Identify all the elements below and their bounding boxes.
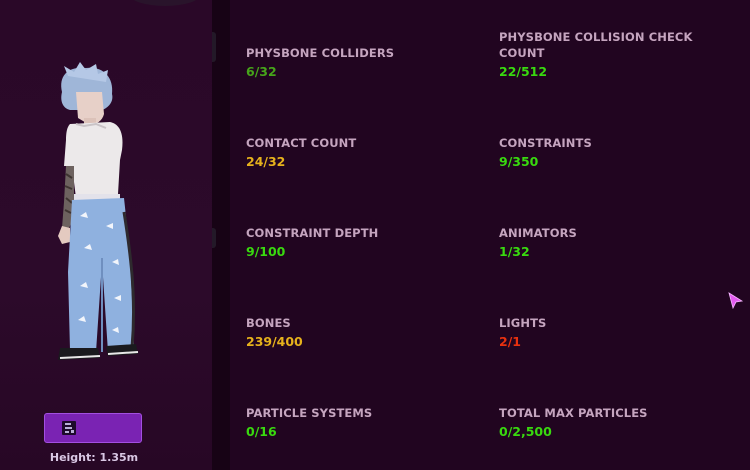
stat-physbone-collision-check-count: PHYSBONE COLLISION CHECK COUNT 22/512 xyxy=(499,29,714,80)
avatar-action-button[interactable] xyxy=(44,413,142,443)
avatar-model-preview xyxy=(58,62,139,360)
stat-label: PHYSBONE COLLIDERS xyxy=(246,46,395,60)
stat-contact-count: CONTACT COUNT 24/32 xyxy=(246,135,461,170)
stat-label: PHYSBONE COLLISION CHECK COUNT xyxy=(499,30,693,60)
stat-value: 0/16 xyxy=(246,424,277,439)
stat-label: LIGHTS xyxy=(499,316,547,330)
pointer-cursor-icon xyxy=(728,292,744,310)
scroll-edge-marker xyxy=(212,32,216,62)
stat-value: 1/32 xyxy=(499,244,530,259)
stat-physbone-colliders: PHYSBONE COLLIDERS 6/32 xyxy=(246,45,461,80)
stat-constraint-depth: CONSTRAINT DEPTH 9/100 xyxy=(246,225,461,260)
scroll-edge-marker xyxy=(212,228,216,248)
stat-label: CONSTRAINT DEPTH xyxy=(246,226,379,240)
stat-label: ANIMATORS xyxy=(499,226,577,240)
stat-value: 0/2,500 xyxy=(499,424,552,439)
stat-value: 24/32 xyxy=(246,154,286,169)
stat-value: 6/32 xyxy=(246,64,277,79)
avatar-height-label: Height: 1.35m xyxy=(49,451,139,464)
stat-value: 239/400 xyxy=(246,334,303,349)
avatar-card-icon xyxy=(62,421,76,435)
stat-particle-systems: PARTICLE SYSTEMS 0/16 xyxy=(246,405,461,440)
stat-total-max-particles: TOTAL MAX PARTICLES 0/2,500 xyxy=(499,405,714,440)
stat-label: BONES xyxy=(246,316,291,330)
stat-label: CONSTRAINTS xyxy=(499,136,592,150)
stat-value: 22/512 xyxy=(499,64,548,79)
stat-lights: LIGHTS 2/1 xyxy=(499,315,714,350)
stat-value: 9/100 xyxy=(246,244,286,259)
stat-label: PARTICLE SYSTEMS xyxy=(246,406,373,420)
stat-constraints: CONSTRAINTS 9/350 xyxy=(499,135,714,170)
stat-label: TOTAL MAX PARTICLES xyxy=(499,406,648,420)
stat-animators: ANIMATORS 1/32 xyxy=(499,225,714,260)
stat-value: 2/1 xyxy=(499,334,521,349)
stat-bones: BONES 239/400 xyxy=(246,315,461,350)
stat-label: CONTACT COUNT xyxy=(246,136,357,150)
stat-value: 9/350 xyxy=(499,154,539,169)
avatar-preview-panel: Height: 1.35m xyxy=(0,0,212,470)
